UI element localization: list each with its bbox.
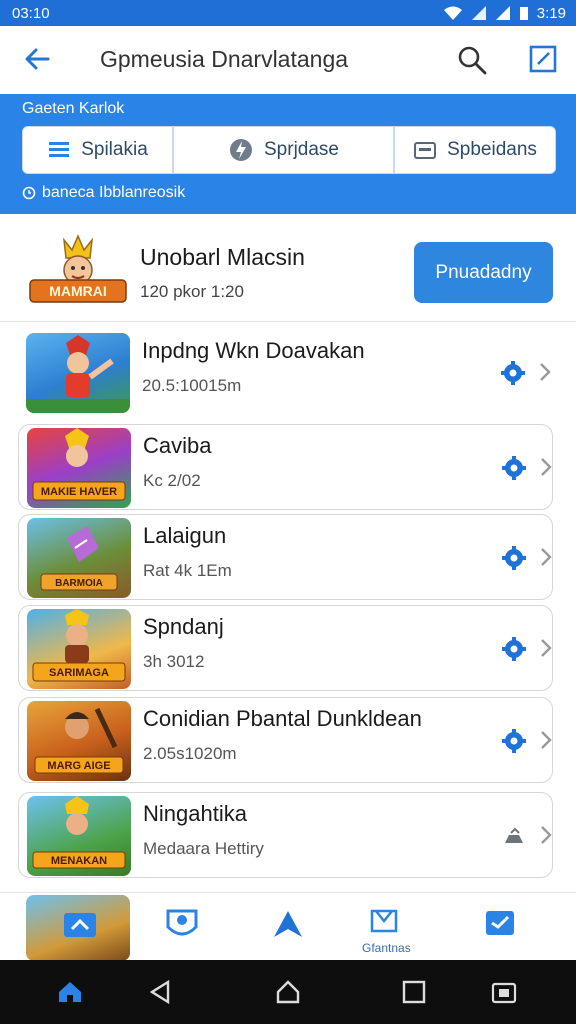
featured-action-button[interactable]: Pnuadadny (414, 242, 553, 303)
game-meta: 2.05s1020m (143, 744, 237, 763)
battery-icon (519, 7, 528, 20)
filter-sub-label-row[interactable]: baneca Ibblanreosik (22, 184, 185, 202)
status-time-right: 3:19 (536, 4, 566, 22)
status-time: 03:10 (12, 4, 50, 22)
clock-icon (22, 186, 36, 200)
game-caption: MAKIE HAVER (41, 486, 117, 498)
chevron-right-icon[interactable] (538, 360, 552, 384)
list-item[interactable]: MENAKAN Ningahtika Medaara Hettiry (18, 792, 553, 878)
game-caption: MARG AIGE (47, 760, 110, 772)
bookmark-tab-icon[interactable] (270, 905, 306, 941)
game-thumbnail: MARG AIGE (27, 701, 131, 781)
edit-icon[interactable] (528, 44, 558, 74)
search-icon[interactable] (456, 44, 488, 76)
list-item[interactable]: MAKIE HAVER Caviba Kc 2/02 (18, 424, 553, 510)
folder-icon (414, 142, 437, 159)
screenshot-icon[interactable] (490, 978, 518, 1006)
bolt-icon (230, 139, 252, 161)
filter-tab-1[interactable]: Spilakia (22, 126, 173, 174)
bottom-nav-label[interactable]: Gfantnas (362, 941, 411, 955)
game-caption: BARMOIA (55, 578, 103, 589)
featured-game[interactable]: MAMRAI Unobarl Mlacsin 120 pkor 1:20 Pnu… (0, 214, 576, 322)
status-bar: 03:10 3:19 (0, 0, 576, 26)
game-caption: SARIMAGA (49, 667, 109, 679)
featured-name: Unobarl Mlacsin (140, 244, 305, 270)
game-meta: 20.5:10015m (142, 376, 242, 395)
character-image: SARIMAGA (32, 609, 126, 682)
chevron-right-icon[interactable] (539, 728, 553, 752)
game-thumbnail: MAKIE HAVER (27, 428, 131, 508)
app-bar: Gpmeusia Dnarvlatanga (0, 26, 576, 94)
game-caption: MENAKAN (51, 855, 107, 867)
message-tab-icon[interactable] (482, 905, 518, 941)
filter-panel: Gaeten Karlok Spilakia Sprjdase Spbeidan… (0, 94, 576, 214)
back-arrow-icon[interactable] (22, 44, 52, 74)
game-meta: Medaara Hettiry (143, 839, 264, 858)
game-thumbnail (26, 333, 130, 413)
wifi-icon (443, 6, 462, 20)
gear-icon[interactable] (501, 636, 527, 662)
signal2-icon (495, 6, 510, 20)
filter-tab-3[interactable]: Spbeidans (394, 126, 556, 174)
gear-icon[interactable] (501, 728, 527, 754)
gift-tab-icon[interactable] (368, 903, 400, 935)
character-image: MENAKAN (32, 796, 126, 869)
featured-logo: MAMRAI (29, 234, 127, 303)
gear-icon[interactable] (500, 360, 526, 386)
chevron-right-icon[interactable] (539, 545, 553, 569)
featured-meta: 120 pkor 1:20 (140, 282, 244, 301)
game-title: Caviba (143, 433, 212, 458)
home-circle-icon[interactable] (274, 978, 302, 1006)
system-nav-bar (0, 960, 576, 1024)
featured-logo-text: MAMRAI (49, 283, 107, 299)
game-meta: Kc 2/02 (143, 471, 201, 490)
page-title: Gpmeusia Dnarvlatanga (100, 46, 349, 72)
chevron-right-icon[interactable] (539, 455, 553, 479)
character-image: MARG AIGE (34, 707, 124, 774)
game-meta: Rat 4k 1Em (143, 561, 232, 580)
recents-icon[interactable] (400, 978, 428, 1006)
game-meta: 3h 3012 (143, 652, 205, 671)
game-title: Spndanj (143, 614, 224, 639)
character-image: MAKIE HAVER (32, 428, 126, 501)
filter-panel-label: Gaeten Karlok (22, 100, 125, 117)
list-item[interactable]: Inpdng Wkn Doavakan 20.5:10015m (18, 330, 553, 416)
signal-icon (471, 6, 486, 20)
back-icon[interactable] (146, 978, 174, 1006)
profile-tab-icon[interactable] (164, 905, 200, 941)
download-icon[interactable] (501, 823, 527, 849)
game-thumbnail: BARMOIA (27, 518, 131, 598)
game-title: Lalaigun (143, 523, 227, 548)
chevron-right-icon[interactable] (539, 823, 553, 847)
chevron-right-icon[interactable] (539, 636, 553, 660)
home-icon[interactable] (56, 978, 84, 1006)
home-tab-icon[interactable] (62, 905, 98, 941)
list-item[interactable]: SARIMAGA Spndanj 3h 3012 (18, 605, 553, 691)
game-thumbnail: MENAKAN (27, 796, 131, 876)
character-image (26, 335, 130, 413)
game-title: Inpdng Wkn Doavakan (142, 338, 365, 363)
gear-icon[interactable] (501, 545, 527, 571)
filter-tabs: Spilakia Sprjdase Spbeidans (22, 126, 556, 174)
filter-tab-2-label: Sprjdase (264, 139, 339, 160)
game-thumbnail: SARIMAGA (27, 609, 131, 689)
filter-tab-3-label: Spbeidans (447, 139, 537, 160)
filter-sub-label: baneca Ibblanreosik (42, 184, 186, 201)
filter-tab-1-label: Spilakia (81, 139, 148, 160)
game-title: Ningahtika (143, 801, 247, 826)
list-icon (49, 142, 70, 157)
filter-tab-2[interactable]: Sprjdase (173, 126, 394, 174)
game-title: Conidian Pbantal Dunkldean (143, 706, 422, 731)
list-item[interactable]: MARG AIGE Conidian Pbantal Dunkldean 2.0… (18, 697, 553, 783)
bottom-nav: Gfantnas (0, 892, 576, 961)
list-item[interactable]: BARMOIA Lalaigun Rat 4k 1Em (18, 514, 553, 600)
gear-icon[interactable] (501, 455, 527, 481)
character-image: BARMOIA (40, 526, 118, 591)
status-icons: 3:19 (443, 5, 566, 22)
